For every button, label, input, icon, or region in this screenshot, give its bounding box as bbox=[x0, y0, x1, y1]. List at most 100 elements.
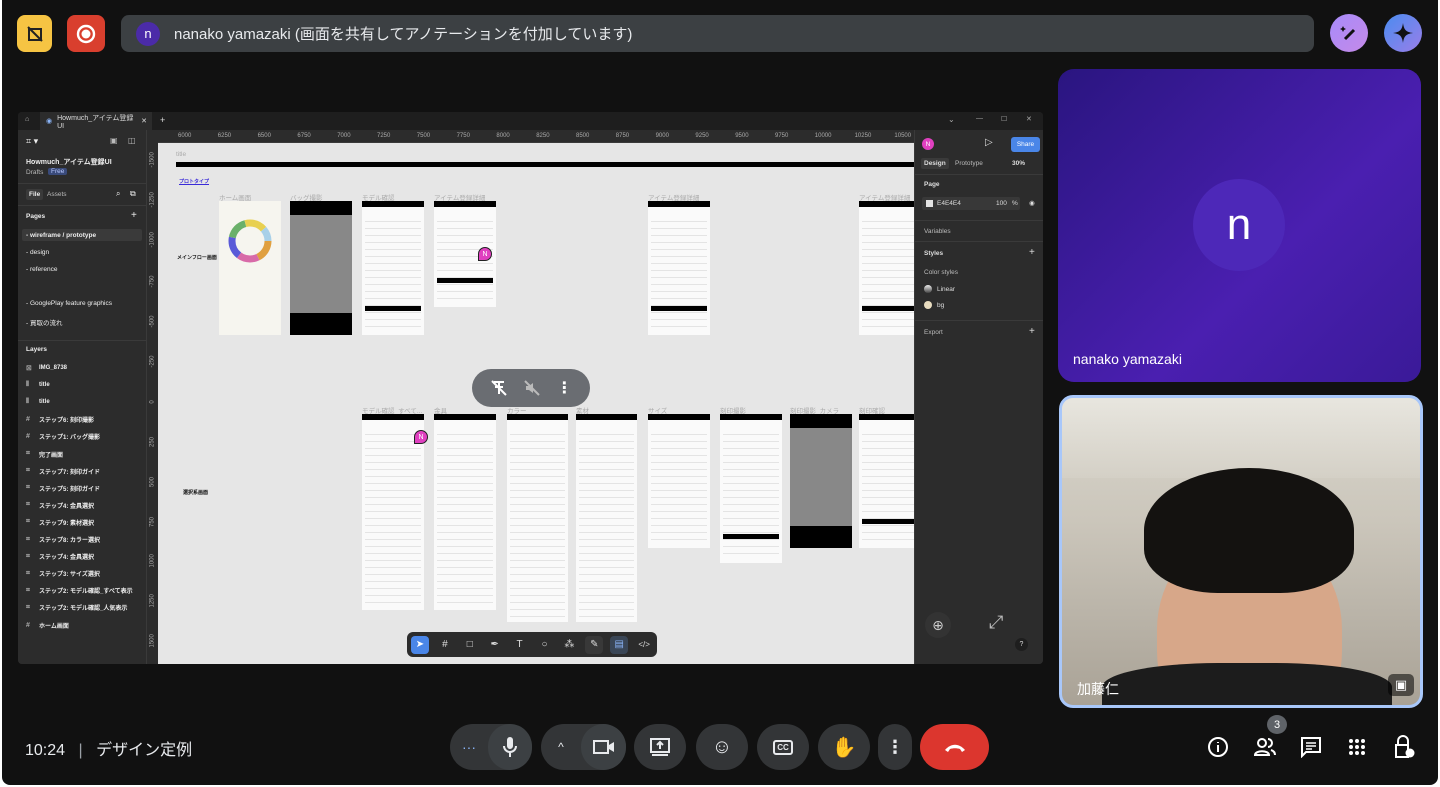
page-item[interactable]: - 買取の流れ bbox=[26, 317, 62, 327]
layer-item[interactable]: ⌗ ステップ2: モデル確認_人気表示 bbox=[26, 603, 127, 613]
style-bg[interactable]: bg bbox=[937, 302, 944, 309]
text-tool-icon[interactable]: T bbox=[511, 636, 529, 654]
layer-item[interactable]: ⌗ ステップ9: 素材選択 bbox=[26, 518, 94, 527]
layer-item[interactable]: ⫴ title bbox=[26, 398, 50, 406]
maximize-icon[interactable]: ☐ bbox=[1001, 115, 1007, 123]
phone-frame[interactable] bbox=[507, 414, 568, 622]
move-tool-icon[interactable]: ➤ bbox=[411, 635, 429, 654]
camera-button[interactable] bbox=[581, 724, 626, 770]
layer-item[interactable]: ⌗ ステップ8: カラー選択 bbox=[26, 535, 100, 545]
help-button[interactable]: ? bbox=[1015, 638, 1028, 651]
phone-frame[interactable] bbox=[219, 201, 281, 335]
layer-item[interactable]: # ホーム画面 bbox=[26, 621, 69, 630]
pen-tool-icon[interactable]: ✒ bbox=[486, 636, 504, 654]
share-button[interactable]: Share bbox=[1011, 137, 1040, 152]
frame-tool-icon[interactable]: # bbox=[436, 636, 454, 654]
actions-icon[interactable]: ⁂ bbox=[560, 636, 578, 654]
audio-options-icon[interactable]: ··· bbox=[450, 739, 488, 755]
reactions-button[interactable]: ☺ bbox=[696, 724, 748, 770]
gemini-button[interactable] bbox=[1384, 14, 1422, 52]
phone-frame[interactable] bbox=[859, 414, 914, 548]
layer-item[interactable]: ⌗ ステップ3: サイズ選択 bbox=[26, 569, 100, 579]
phone-frame[interactable] bbox=[290, 201, 352, 335]
chevron-down-icon[interactable]: ⌄ bbox=[948, 115, 955, 124]
figma-menu-icon[interactable]: ⌗ ▾ bbox=[26, 136, 38, 147]
unpin-icon[interactable] bbox=[490, 379, 508, 397]
style-linear[interactable]: Linear bbox=[937, 286, 955, 293]
phone-frame[interactable] bbox=[576, 414, 637, 622]
page-item[interactable]: - GooglePlay feature graphics bbox=[26, 300, 112, 307]
draw-mode-icon[interactable]: ✎ bbox=[585, 635, 604, 654]
design-mode-icon[interactable]: ▤ bbox=[610, 635, 629, 654]
present-play-icon[interactable]: ▷ bbox=[985, 137, 993, 148]
raise-hand-button[interactable]: ✋ bbox=[818, 724, 870, 770]
add-page-icon[interactable]: + bbox=[131, 210, 137, 221]
layer-item[interactable]: # ステップ1: バッグ撮影 bbox=[26, 432, 100, 441]
prototype-link[interactable]: プロトタイプ bbox=[179, 178, 209, 185]
people-button[interactable] bbox=[1253, 735, 1277, 759]
search-icon[interactable]: ⌕ bbox=[116, 189, 120, 199]
ui3-icon[interactable]: ▣ bbox=[110, 136, 118, 145]
layer-item[interactable]: ⌗ 完了画面 bbox=[26, 450, 63, 459]
layer-item[interactable]: # ステップ6: 刻印撮影 bbox=[26, 415, 94, 424]
layer-item[interactable]: ⌗ ステップ4: 金具選択 bbox=[26, 501, 94, 510]
tab-prototype[interactable]: Prototype bbox=[955, 160, 983, 167]
dev-mode-icon[interactable]: </> bbox=[635, 636, 653, 654]
annotation-off-button[interactable] bbox=[17, 15, 52, 52]
rectangle-tool-icon[interactable]: □ bbox=[461, 636, 479, 654]
panel-toggle-icon[interactable]: ◫ bbox=[128, 136, 136, 145]
chat-button[interactable] bbox=[1299, 735, 1323, 759]
tab-assets[interactable]: Assets bbox=[47, 191, 67, 198]
page-item[interactable]: - reference bbox=[26, 266, 57, 273]
page-item[interactable]: - wireframe / prototype bbox=[26, 232, 96, 239]
page-color-field[interactable]: E4E4E4 100 % bbox=[922, 197, 1020, 210]
microphone-button[interactable] bbox=[488, 724, 532, 770]
tab-file[interactable]: File bbox=[26, 189, 44, 200]
captions-button[interactable]: CC bbox=[757, 724, 809, 770]
home-icon[interactable]: ⌂ bbox=[25, 116, 29, 123]
more-options-icon[interactable]: ⋮ bbox=[556, 378, 572, 398]
minimize-icon[interactable]: — bbox=[976, 115, 983, 122]
file-tab[interactable]: ◉ Howmuch_アイテム登録UI ✕ bbox=[40, 112, 152, 130]
zoom-level[interactable]: 30% bbox=[1012, 160, 1025, 167]
meeting-details-button[interactable] bbox=[1206, 735, 1230, 759]
host-controls-button[interactable] bbox=[1392, 735, 1416, 759]
picture-in-picture-icon[interactable]: ▣ bbox=[1388, 674, 1414, 696]
phone-frame[interactable] bbox=[362, 201, 424, 335]
phone-frame[interactable] bbox=[434, 414, 496, 610]
participant-tile-nanako[interactable]: n nanako yamazaki bbox=[1058, 69, 1421, 382]
new-tab-icon[interactable]: + bbox=[160, 115, 165, 125]
more-options-button[interactable]: ⋮ bbox=[878, 724, 912, 770]
eye-icon[interactable]: ◉ bbox=[1029, 199, 1035, 207]
library-icon[interactable]: ⧉ bbox=[130, 189, 136, 199]
layer-item[interactable]: ⌗ ステップ2: モデル確認_すべて表示 bbox=[26, 586, 133, 596]
layer-item[interactable]: ⫴ title bbox=[26, 381, 50, 389]
add-export-icon[interactable]: + bbox=[1029, 326, 1035, 337]
drafts-label[interactable]: Drafts bbox=[26, 169, 43, 176]
layer-item[interactable]: ⌗ ステップ4: 金具選択 bbox=[26, 552, 94, 562]
fullscreen-icon[interactable]: ⤢ bbox=[989, 612, 1003, 633]
leave-call-button[interactable] bbox=[920, 724, 989, 770]
phone-frame[interactable] bbox=[648, 201, 710, 335]
user-avatar[interactable]: N bbox=[922, 138, 934, 150]
mute-speaker-icon[interactable] bbox=[523, 379, 541, 397]
layer-item[interactable]: ⌗ ステップ5: 刻印ガイド bbox=[26, 484, 100, 493]
tab-design[interactable]: Design bbox=[921, 158, 949, 169]
layer-item[interactable]: ⌗ ステップ7: 刻印ガイド bbox=[26, 467, 100, 476]
recording-button[interactable] bbox=[67, 15, 105, 52]
present-button[interactable] bbox=[634, 724, 686, 770]
phone-frame[interactable] bbox=[790, 414, 852, 548]
window-close-icon[interactable]: ✕ bbox=[1026, 115, 1032, 123]
page-item[interactable]: - design bbox=[26, 249, 49, 256]
layer-item[interactable]: ⊠ IMG_8738 bbox=[26, 364, 67, 372]
zoom-in-icon[interactable]: ⊕ bbox=[925, 612, 951, 638]
phone-frame[interactable] bbox=[720, 414, 782, 563]
camera-options-chevron-icon[interactable]: ^ bbox=[541, 740, 581, 754]
phone-frame[interactable] bbox=[648, 414, 710, 548]
close-tab-icon[interactable]: ✕ bbox=[141, 117, 147, 125]
file-name[interactable]: Howmuch_アイテム登録UI bbox=[26, 157, 112, 167]
phone-frame[interactable] bbox=[859, 201, 914, 335]
add-style-icon[interactable]: + bbox=[1029, 247, 1035, 258]
participant-tile-kato[interactable]: 加藤仁 ▣ bbox=[1059, 395, 1423, 708]
variables-label[interactable]: Variables bbox=[924, 228, 951, 235]
